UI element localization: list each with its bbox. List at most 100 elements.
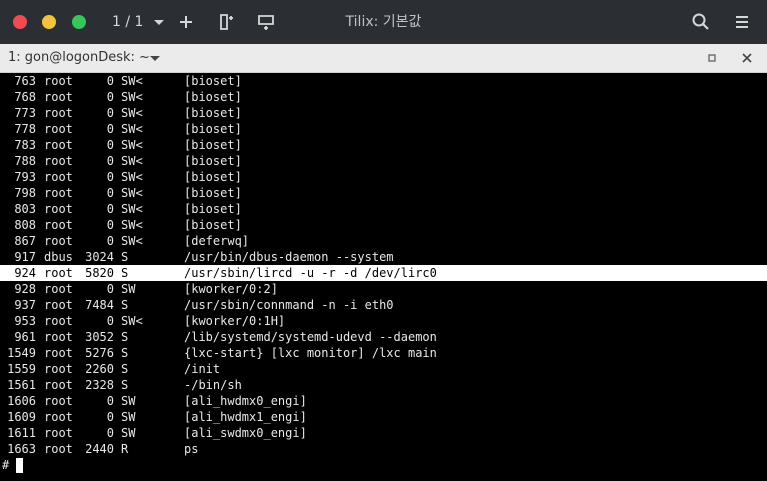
process-pid: 1561	[7, 378, 36, 392]
process-stat: SW<	[121, 154, 143, 168]
process-stat: S	[121, 362, 129, 376]
maximize-terminal-icon[interactable]	[703, 49, 721, 67]
process-row: 928 root 0 SW [kworker/0:2]	[0, 281, 767, 297]
process-stat: S	[121, 266, 129, 280]
process-cmd: [ali_hwdmx0_engi]	[184, 394, 307, 408]
close-terminal-icon[interactable]	[738, 49, 756, 67]
process-stat: SW<	[121, 106, 143, 120]
process-cmd: [bioset]	[184, 138, 242, 152]
process-pid: 788	[14, 154, 36, 168]
process-stat: S	[121, 250, 129, 264]
process-vsz: 2328	[85, 378, 114, 392]
process-pid: 763	[14, 74, 36, 88]
process-row: 783 root 0 SW< [bioset]	[0, 137, 767, 153]
text-cursor	[16, 458, 23, 473]
prompt-line[interactable]: #	[0, 457, 767, 473]
process-row: 937 root 7484 S/usr/sbin/connmand -n -i eth…	[0, 297, 767, 313]
process-row: 1606 root 0 SW [ali_hwdmx0_engi]	[0, 393, 767, 409]
process-pid: 1559	[7, 362, 36, 376]
process-stat: SW<	[121, 202, 143, 216]
process-stat: SW	[121, 410, 136, 424]
process-vsz: 0	[106, 394, 114, 408]
process-row: 961 root 3052 S/lib/systemd/systemd-udevd -…	[0, 329, 767, 345]
process-row: 778 root 0 SW< [bioset]	[0, 121, 767, 137]
process-pid: 778	[14, 122, 36, 136]
process-cmd: /usr/sbin/lircd -u -r -d /dev/lirc0	[184, 266, 437, 280]
process-stat: S	[121, 378, 129, 392]
process-cmd: [bioset]	[184, 106, 242, 120]
process-row: 1559 root 2260 S/init	[0, 361, 767, 377]
process-cmd: {lxc-start} [lxc monitor] /lxc main	[184, 346, 437, 360]
process-pid: 937	[14, 298, 36, 312]
process-vsz: 5820	[85, 266, 114, 280]
process-vsz: 3052	[85, 330, 114, 344]
process-vsz: 0	[106, 122, 114, 136]
process-cmd: /lib/systemd/systemd-udevd --daemon	[184, 330, 437, 344]
process-row: 1609 root 0 SW [ali_hwdmx1_engi]	[0, 409, 767, 425]
process-pid: 1606	[7, 394, 36, 408]
process-row: 773 root 0 SW< [bioset]	[0, 105, 767, 121]
process-pid: 768	[14, 90, 36, 104]
process-stat: S	[121, 330, 129, 344]
process-cmd: [ali_swdmx0_engi]	[184, 426, 307, 440]
process-pid: 1549	[7, 346, 36, 360]
process-stat: SW<	[121, 234, 143, 248]
process-cmd: [bioset]	[184, 218, 242, 232]
process-cmd: [deferwq]	[184, 234, 250, 248]
process-stat: SW<	[121, 138, 143, 152]
process-row: 1663 root 2440 Rps	[0, 441, 767, 457]
process-cmd: [bioset]	[184, 170, 242, 184]
process-row: 953 root 0 SW< [kworker/0:1H]	[0, 313, 767, 329]
terminal-tab-label[interactable]: 1: gon@logonDesk: ~	[8, 50, 150, 66]
process-stat: SW<	[121, 314, 143, 328]
process-pid: 953	[14, 314, 36, 328]
terminal-tab-bar: 1: gon@logonDesk: ~	[0, 44, 767, 73]
search-icon[interactable]	[689, 10, 713, 34]
process-vsz: 0	[106, 138, 114, 152]
process-cmd: [bioset]	[184, 186, 242, 200]
process-cmd: [bioset]	[184, 202, 242, 216]
hamburger-menu-icon[interactable]	[730, 10, 754, 34]
process-cmd: [kworker/0:2]	[184, 282, 278, 296]
process-row: 793 root 0 SW< [bioset]	[0, 169, 767, 185]
process-vsz: 0	[106, 234, 114, 248]
process-row-selected: 924 root 5820 S/usr/sbin/lircd -u -r -d /de…	[0, 265, 767, 281]
process-stat: SW<	[121, 186, 143, 200]
process-vsz: 2440	[85, 442, 114, 456]
process-stat: SW<	[121, 74, 143, 88]
process-row: 1549 root 5276 S {lxc-start} [lxc monitor] /…	[0, 345, 767, 361]
process-cmd: [bioset]	[184, 154, 242, 168]
process-pid: 917	[14, 250, 36, 264]
process-row: 763 root 0 SW< [bioset]	[0, 73, 767, 89]
process-cmd: [bioset]	[184, 74, 242, 88]
process-cmd: /usr/bin/dbus-daemon --system	[184, 250, 394, 264]
process-vsz: 0	[106, 410, 114, 424]
process-vsz: 7484	[85, 298, 114, 312]
title-bar: 1 / 1 Tilix: 기본값	[0, 0, 767, 44]
process-pid: 867	[14, 234, 36, 248]
terminal-output[interactable]: 763 root 0 SW< [bioset] 768 root 0 SW< [bioset] 77…	[0, 73, 767, 481]
process-row: 798 root 0 SW< [bioset]	[0, 185, 767, 201]
process-stat: S	[121, 346, 129, 360]
process-pid: 1663	[7, 442, 36, 456]
process-vsz: 0	[106, 90, 114, 104]
process-pid: 798	[14, 186, 36, 200]
process-row: 1611 root 0 SW [ali_swdmx0_engi]	[0, 425, 767, 441]
process-stat: SW	[121, 394, 136, 408]
process-stat: SW<	[121, 122, 143, 136]
process-vsz: 0	[106, 314, 114, 328]
process-stat: SW<	[121, 218, 143, 232]
chevron-down-icon[interactable]	[146, 49, 164, 67]
process-vsz: 0	[106, 106, 114, 120]
process-stat: SW<	[121, 170, 143, 184]
process-row: 917 dbus 3024 S/usr/bin/dbus-daemon --syste…	[0, 249, 767, 265]
process-row: 803 root 0 SW< [bioset]	[0, 201, 767, 217]
process-vsz: 0	[106, 170, 114, 184]
process-row: 808 root 0 SW< [bioset]	[0, 217, 767, 233]
process-vsz: 0	[106, 282, 114, 296]
process-row: 788 root 0 SW< [bioset]	[0, 153, 767, 169]
process-cmd: [bioset]	[184, 122, 242, 136]
process-pid: 783	[14, 138, 36, 152]
process-stat: SW	[121, 282, 136, 296]
process-pid: 961	[14, 330, 36, 344]
